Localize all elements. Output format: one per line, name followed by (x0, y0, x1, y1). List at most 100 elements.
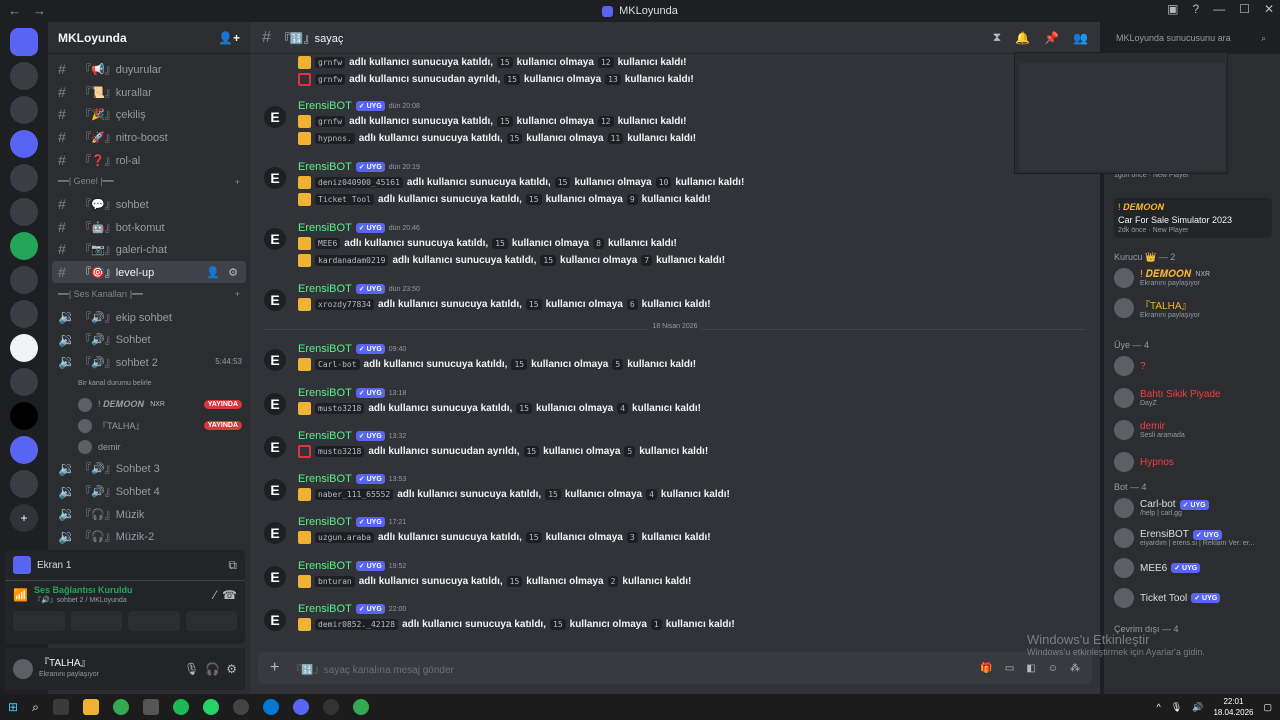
member-item[interactable]: ! 𝑫𝑬𝑴𝑶𝑶𝑵 NXR Ekranını paylaşıyor (1114, 268, 1276, 288)
explorer-icon[interactable] (82, 699, 99, 715)
member-item[interactable]: MEE6 ✓ UYG (1114, 558, 1276, 578)
server-icon[interactable] (10, 402, 38, 430)
composer-placeholder[interactable]: 『🔢』sayaç kanalına mesaj gönder (291, 661, 454, 676)
category-ses[interactable]: ━━| Ses Kanalları |━━ + (48, 283, 250, 305)
avatar[interactable] (13, 659, 33, 679)
member-item[interactable]: demir Sesli aramada (1114, 420, 1276, 440)
channel-item[interactable]: # 『📷』galeri-chat (48, 238, 250, 261)
server-icon[interactable] (10, 334, 38, 362)
message-author[interactable]: ErensiBOT ✓ UYG dün 20:46 (298, 222, 420, 234)
server-icon[interactable] (10, 130, 38, 158)
message-author[interactable]: ErensiBOT ✓ UYG 22:00 (298, 603, 406, 615)
channel-item[interactable]: # 『💬』sohbet (48, 193, 250, 216)
chrome-icon[interactable] (112, 699, 129, 715)
channel-item[interactable]: # 『📢』duyurular (48, 58, 250, 81)
add-member-icon[interactable]: 👤+ (218, 31, 240, 45)
bot-avatar[interactable]: E (264, 167, 286, 189)
bot-avatar[interactable]: E (264, 609, 286, 631)
bot-avatar[interactable]: E (264, 393, 286, 415)
windows-icon[interactable]: ⊞ (8, 700, 18, 714)
discord-icon[interactable] (292, 699, 309, 715)
add-channel-icon[interactable]: + (235, 177, 240, 187)
taskview-icon[interactable] (52, 699, 69, 715)
camera-button[interactable] (13, 611, 65, 631)
emoji-icon[interactable]: ☺ (1048, 663, 1058, 674)
bot-avatar[interactable]: E (264, 522, 286, 544)
pin-icon[interactable]: 📌 (1044, 31, 1059, 45)
message-author[interactable]: ErensiBOT ✓ UYG 13:18 (298, 387, 406, 399)
bot-avatar[interactable]: E (264, 479, 286, 501)
clock[interactable]: 22:01 18.04.2026 (1213, 696, 1253, 718)
member-item[interactable]: Ticket Tool ✓ UYG (1114, 588, 1276, 608)
forward-icon[interactable]: → (33, 3, 46, 18)
bot-avatar[interactable]: E (264, 436, 286, 458)
channel-item[interactable]: # 『🚀』nitro-boost (48, 126, 250, 149)
server-icon[interactable] (10, 62, 38, 90)
voice-user[interactable]: demir (48, 436, 250, 457)
threads-icon[interactable]: ⧗ (993, 30, 1001, 45)
server-icon[interactable] (10, 198, 38, 226)
chrome-icon[interactable] (352, 699, 369, 715)
voice-channel-item[interactable]: 🔉 『🔊』ekip sohbet (48, 305, 250, 328)
member-item[interactable]: Carl-bot ✓ UYG/help | carl.gg (1114, 498, 1276, 518)
voice-channel-item[interactable]: 🔉 『🔊』Sohbet 4 (48, 480, 250, 503)
channel-item[interactable]: # 『❓』rol-al (48, 148, 250, 171)
message-author[interactable]: ErensiBOT ✓ UYG 19:52 (298, 560, 406, 572)
chevron-up-icon[interactable]: ^ (1157, 702, 1161, 712)
message-author[interactable]: ErensiBOT ✓ UYG dün 20:08 (298, 100, 420, 112)
headphone-icon[interactable]: 🎧 (205, 662, 220, 676)
gear-icon[interactable]: ⚙ (226, 662, 237, 676)
search-input[interactable]: MKLoyunda sunucusunu ara ⌕ (1110, 27, 1272, 49)
bot-avatar[interactable]: E (264, 106, 286, 128)
mic-icon[interactable]: 🎙 (184, 662, 199, 676)
bot-avatar[interactable]: E (264, 289, 286, 311)
obs-icon[interactable] (322, 699, 339, 715)
gift-icon[interactable]: 🎁 (980, 663, 992, 674)
server-icon[interactable] (10, 232, 38, 260)
message-author[interactable]: ErensiBOT ✓ UYG 13:32 (298, 430, 406, 442)
message-author[interactable]: ErensiBOT ✓ UYG 17:21 (298, 516, 406, 528)
server-icon[interactable] (10, 368, 38, 396)
volume-icon[interactable]: 🔊 (1192, 702, 1203, 713)
server-icon[interactable] (10, 28, 38, 56)
bot-avatar[interactable]: E (264, 228, 286, 250)
voice-channel-item[interactable]: 🔉 『🎧』Müzik-2 (48, 525, 250, 548)
add-server-icon[interactable]: + (10, 504, 38, 532)
whatsapp-icon[interactable] (202, 699, 219, 715)
activity-button[interactable] (128, 611, 180, 631)
server-icon[interactable] (10, 470, 38, 498)
maximize-button[interactable]: ☐ (1239, 2, 1250, 16)
steam-icon[interactable] (232, 699, 249, 715)
close-button[interactable]: ✕ (1264, 2, 1274, 16)
voice-status[interactable]: Bir kanal durumu belirle (48, 373, 250, 394)
server-header[interactable]: MKLoyunda 👤+ (48, 22, 250, 54)
voice-channel-item[interactable]: 🔉 『🔊』Sohbet (48, 328, 250, 351)
gear-icon[interactable]: ⚙ (228, 266, 238, 279)
voice-channel-item[interactable]: 🔉 『🔊』Sohbet 3 (48, 457, 250, 480)
message-author[interactable]: ErensiBOT ✓ UYG dün 23:50 (298, 283, 420, 295)
members-icon[interactable]: 👥 (1073, 31, 1088, 45)
voice-connected-sub[interactable]: 『🔊』sohbet 2 / MKLoyunda (34, 595, 133, 605)
bell-icon[interactable]: 🔔 (1015, 31, 1030, 45)
message-list[interactable]: grnfw adlı kullanıcı sunucuya katıldı, 15 k… (250, 54, 1100, 654)
member-item[interactable]: 『TALHA』 Ekranını paylaşıyor (1114, 297, 1276, 319)
server-icon[interactable] (10, 300, 38, 328)
add-attachment-icon[interactable]: + (270, 659, 279, 677)
member-item[interactable]: ? (1114, 356, 1276, 376)
message-composer[interactable]: + 『🔢』sayaç kanalına mesaj gönder 🎁 ▭ ◧ ☺… (258, 652, 1092, 684)
share-screen-button[interactable] (70, 611, 122, 631)
voice-user[interactable]: ! 𝑫𝑬𝑴𝑶𝑶𝑵 NXR YAYINDA (48, 394, 250, 415)
member-item[interactable]: Bahtı Sikik Piyade DayZ (1114, 388, 1276, 408)
channel-item[interactable]: # 『🎯』level-up 👤 ⚙ (52, 260, 246, 284)
soundboard-button[interactable] (185, 611, 237, 631)
channel-item[interactable]: # 『🤖』bot-komut (48, 216, 250, 239)
member-item[interactable]: Hypnos (1114, 452, 1276, 472)
help-icon[interactable]: ? (1192, 2, 1199, 16)
server-icon[interactable] (10, 96, 38, 124)
store-icon[interactable] (142, 699, 159, 715)
server-icon[interactable] (10, 164, 38, 192)
screen-share-preview[interactable] (1014, 52, 1228, 174)
sticker-icon[interactable]: ◧ (1026, 663, 1035, 674)
minimize-button[interactable]: — (1213, 2, 1225, 16)
server-icon[interactable] (10, 266, 38, 294)
